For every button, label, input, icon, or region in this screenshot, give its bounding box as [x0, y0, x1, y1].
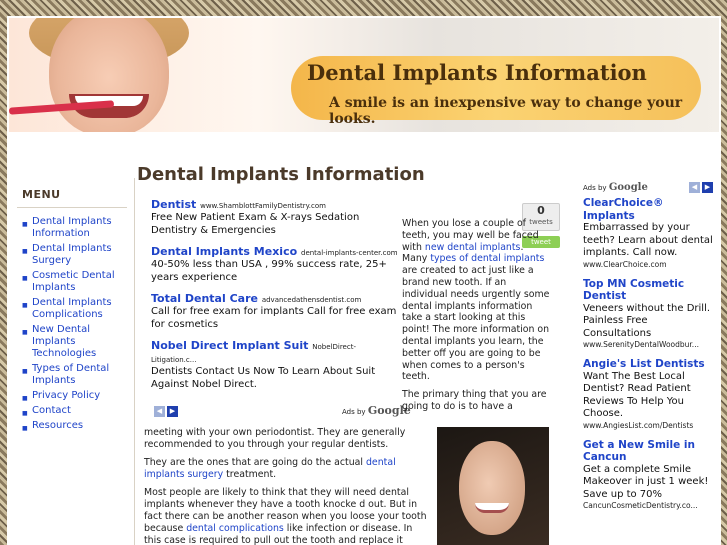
ads-by-google[interactable]: Ads by Google	[342, 404, 411, 417]
bullet-icon: ■	[22, 302, 28, 309]
ad-headline[interactable]: Dentist	[151, 198, 196, 211]
ad-url[interactable]: www.ShamblottFamilyDentistry.com	[200, 202, 326, 210]
bullet-icon: ■	[22, 368, 28, 375]
paragraph-part: They are the ones that are going do the …	[144, 457, 366, 468]
ad-item[interactable]: Dentist www.ShamblottFamilyDentistry.com…	[151, 198, 401, 237]
photo-smile	[475, 503, 509, 513]
paragraph: They are the ones that are going do the …	[144, 457, 432, 481]
rail-nav: ◀ ▶	[689, 182, 713, 193]
ad-item[interactable]: Dental Implants Mexico dental-implants-c…	[151, 245, 401, 284]
rail-ad-url[interactable]: www.ClearChoice.com	[583, 260, 713, 269]
ads-by-label: Ads by	[342, 408, 366, 416]
sidebar-item-new-dental-implants-technologies[interactable]: ■ New Dental Implants Technologies	[17, 324, 127, 360]
bullet-icon: ■	[22, 410, 28, 417]
rail-ad-headline[interactable]: Top MN Cosmetic Dentist	[583, 278, 713, 303]
ad-headline[interactable]: Dental Implants Mexico	[151, 245, 297, 258]
bullet-icon: ■	[22, 329, 28, 336]
main-content: Dental Implants Information Dentist www.…	[137, 160, 557, 390]
ad-headline[interactable]: Nobel Direct Implant Suit	[151, 339, 308, 352]
sidebar-item-dental-implants-information[interactable]: ■ Dental Implants Information	[17, 216, 127, 240]
intro-part: The primary thing that you are going to …	[402, 389, 547, 412]
sidebar-item-contact[interactable]: ■ Contact	[17, 405, 127, 417]
google-logo: Google	[608, 182, 648, 193]
paragraph: meeting with your own periodontist. They…	[144, 427, 406, 450]
rail-ad-text: Veneers without the Drill. Painless Free…	[583, 302, 711, 339]
divider	[134, 178, 135, 545]
site-title: Dental Implants Information	[307, 60, 647, 85]
ad-text: Dentists Contact Us Now To Learn About S…	[151, 366, 376, 390]
photo-face	[459, 441, 525, 535]
sidebar-item-resources[interactable]: ■ Resources	[17, 420, 127, 432]
menu-title: MENU	[17, 180, 127, 208]
sidebar-item-dental-implants-surgery[interactable]: ■ Dental Implants Surgery	[17, 243, 127, 267]
bullet-icon: ■	[22, 275, 28, 282]
ads-by-google[interactable]: Ads by Google	[583, 182, 648, 193]
rail-ad-text: Get a complete Smile Makeover in just 1 …	[583, 463, 709, 500]
sidebar-item-label: Types of Dental Implants	[32, 363, 110, 386]
ad-text: Call for free exam for implants Call for…	[151, 306, 397, 330]
bullet-icon: ■	[22, 395, 28, 402]
paragraph: Most people are likely to think that the…	[144, 487, 432, 545]
ad-url[interactable]: dental-implants-center.com	[301, 249, 398, 257]
rail-ad-url[interactable]: www.AngiesList.com/Dentists	[583, 421, 713, 430]
sidebar-item-label: Resources	[32, 420, 84, 431]
rail-ad-text: Embarrassed by your teeth? Learn about d…	[583, 222, 713, 258]
intro-part: are created to act just like a brand new…	[402, 265, 550, 383]
right-ad-rail: Ads by Google ◀ ▶ ClearChoice® Implants …	[583, 182, 713, 519]
sidebar-item-label: Cosmetic Dental Implants	[32, 270, 115, 293]
sidebar-item-privacy-policy[interactable]: ■ Privacy Policy	[17, 390, 127, 402]
rail-prev-button[interactable]: ◀	[689, 182, 700, 193]
rail-ad-item[interactable]: Top MN Cosmetic Dentist Veneers without …	[583, 278, 713, 350]
intro-text: When you lose a couple of teeth, you may…	[402, 218, 550, 413]
ad-block: Dentist www.ShamblottFamilyDentistry.com…	[151, 198, 401, 399]
ads-by-label: Ads by	[583, 184, 607, 192]
ad-nav: ◀ ▶	[154, 406, 178, 417]
article-body: meeting with your own periodontist. They…	[144, 427, 432, 545]
ad-next-button[interactable]: ▶	[167, 406, 178, 417]
sidebar-item-cosmetic-dental-implants[interactable]: ■ Cosmetic Dental Implants	[17, 270, 127, 294]
tweet-count: 0	[537, 204, 545, 217]
rail-ad-headline[interactable]: Get a New Smile in Cancun	[583, 439, 713, 464]
sidebar-item-label: Dental Implants Surgery	[32, 243, 112, 266]
rail-ad-headline[interactable]: Angie's List Dentists	[583, 358, 713, 371]
page-title: Dental Implants Information	[137, 164, 425, 185]
sidebar-item-label: Contact	[32, 405, 71, 416]
rail-ad-item[interactable]: Get a New Smile in Cancun Get a complete…	[583, 439, 713, 511]
sidebar-item-label: Dental Implants Information	[32, 216, 112, 239]
ad-url[interactable]: advancedathensdentist.com	[262, 296, 362, 304]
header-banner: Dental Implants Information A smile is a…	[9, 18, 719, 132]
types-of-dental-implants-link[interactable]: types of dental implants	[430, 253, 544, 264]
rail-ad-item[interactable]: Angie's List Dentists Want The Best Loca…	[583, 358, 713, 430]
dental-complications-link[interactable]: dental complications	[186, 523, 284, 534]
sidebar-item-label: Dental Implants Complications	[32, 297, 112, 320]
sidebar-item-types-of-dental-implants[interactable]: ■ Types of Dental Implants	[17, 363, 127, 387]
sidebar-item-dental-implants-complications[interactable]: ■ Dental Implants Complications	[17, 297, 127, 321]
bullet-icon: ■	[22, 425, 28, 432]
sidebar-item-label: Privacy Policy	[32, 390, 101, 401]
rail-ad-url[interactable]: CancunCosmeticDentistry.co...	[583, 501, 713, 510]
sidebar: MENU ■ Dental Implants Information ■ Denta…	[17, 180, 127, 435]
rail-next-button[interactable]: ▶	[702, 182, 713, 193]
ad-prev-button[interactable]: ◀	[154, 406, 165, 417]
paragraph-part: treatment.	[223, 469, 277, 480]
ad-item[interactable]: Nobel Direct Implant Suit NobelDirect-Li…	[151, 339, 401, 391]
bullet-icon: ■	[22, 221, 28, 228]
rail-ad-url[interactable]: www.SerenityDentalWoodbur...	[583, 340, 713, 349]
ad-text: Free New Patient Exam & X-rays Sedation …	[151, 212, 360, 236]
rail-ad-item[interactable]: ClearChoice® Implants Embarrassed by you…	[583, 197, 713, 269]
rail-ad-text: Want The Best Local Dentist? Read Patien…	[583, 370, 691, 420]
rail-header: Ads by Google ◀ ▶	[583, 182, 713, 193]
new-dental-implants-link[interactable]: new dental implants	[425, 242, 521, 253]
ad-item[interactable]: Total Dental Care advancedathensdentist.…	[151, 292, 401, 331]
rail-ad-headline[interactable]: ClearChoice® Implants	[583, 197, 713, 222]
bullet-icon: ■	[22, 248, 28, 255]
site-tagline: A smile is an inexpensive way to change …	[329, 95, 683, 127]
woman-smile-photo	[437, 427, 549, 545]
sidebar-item-label: New Dental Implants Technologies	[32, 324, 97, 359]
ad-text: 40-50% less than USA , 99% success rate,…	[151, 259, 387, 283]
ad-headline[interactable]: Total Dental Care	[151, 292, 258, 305]
